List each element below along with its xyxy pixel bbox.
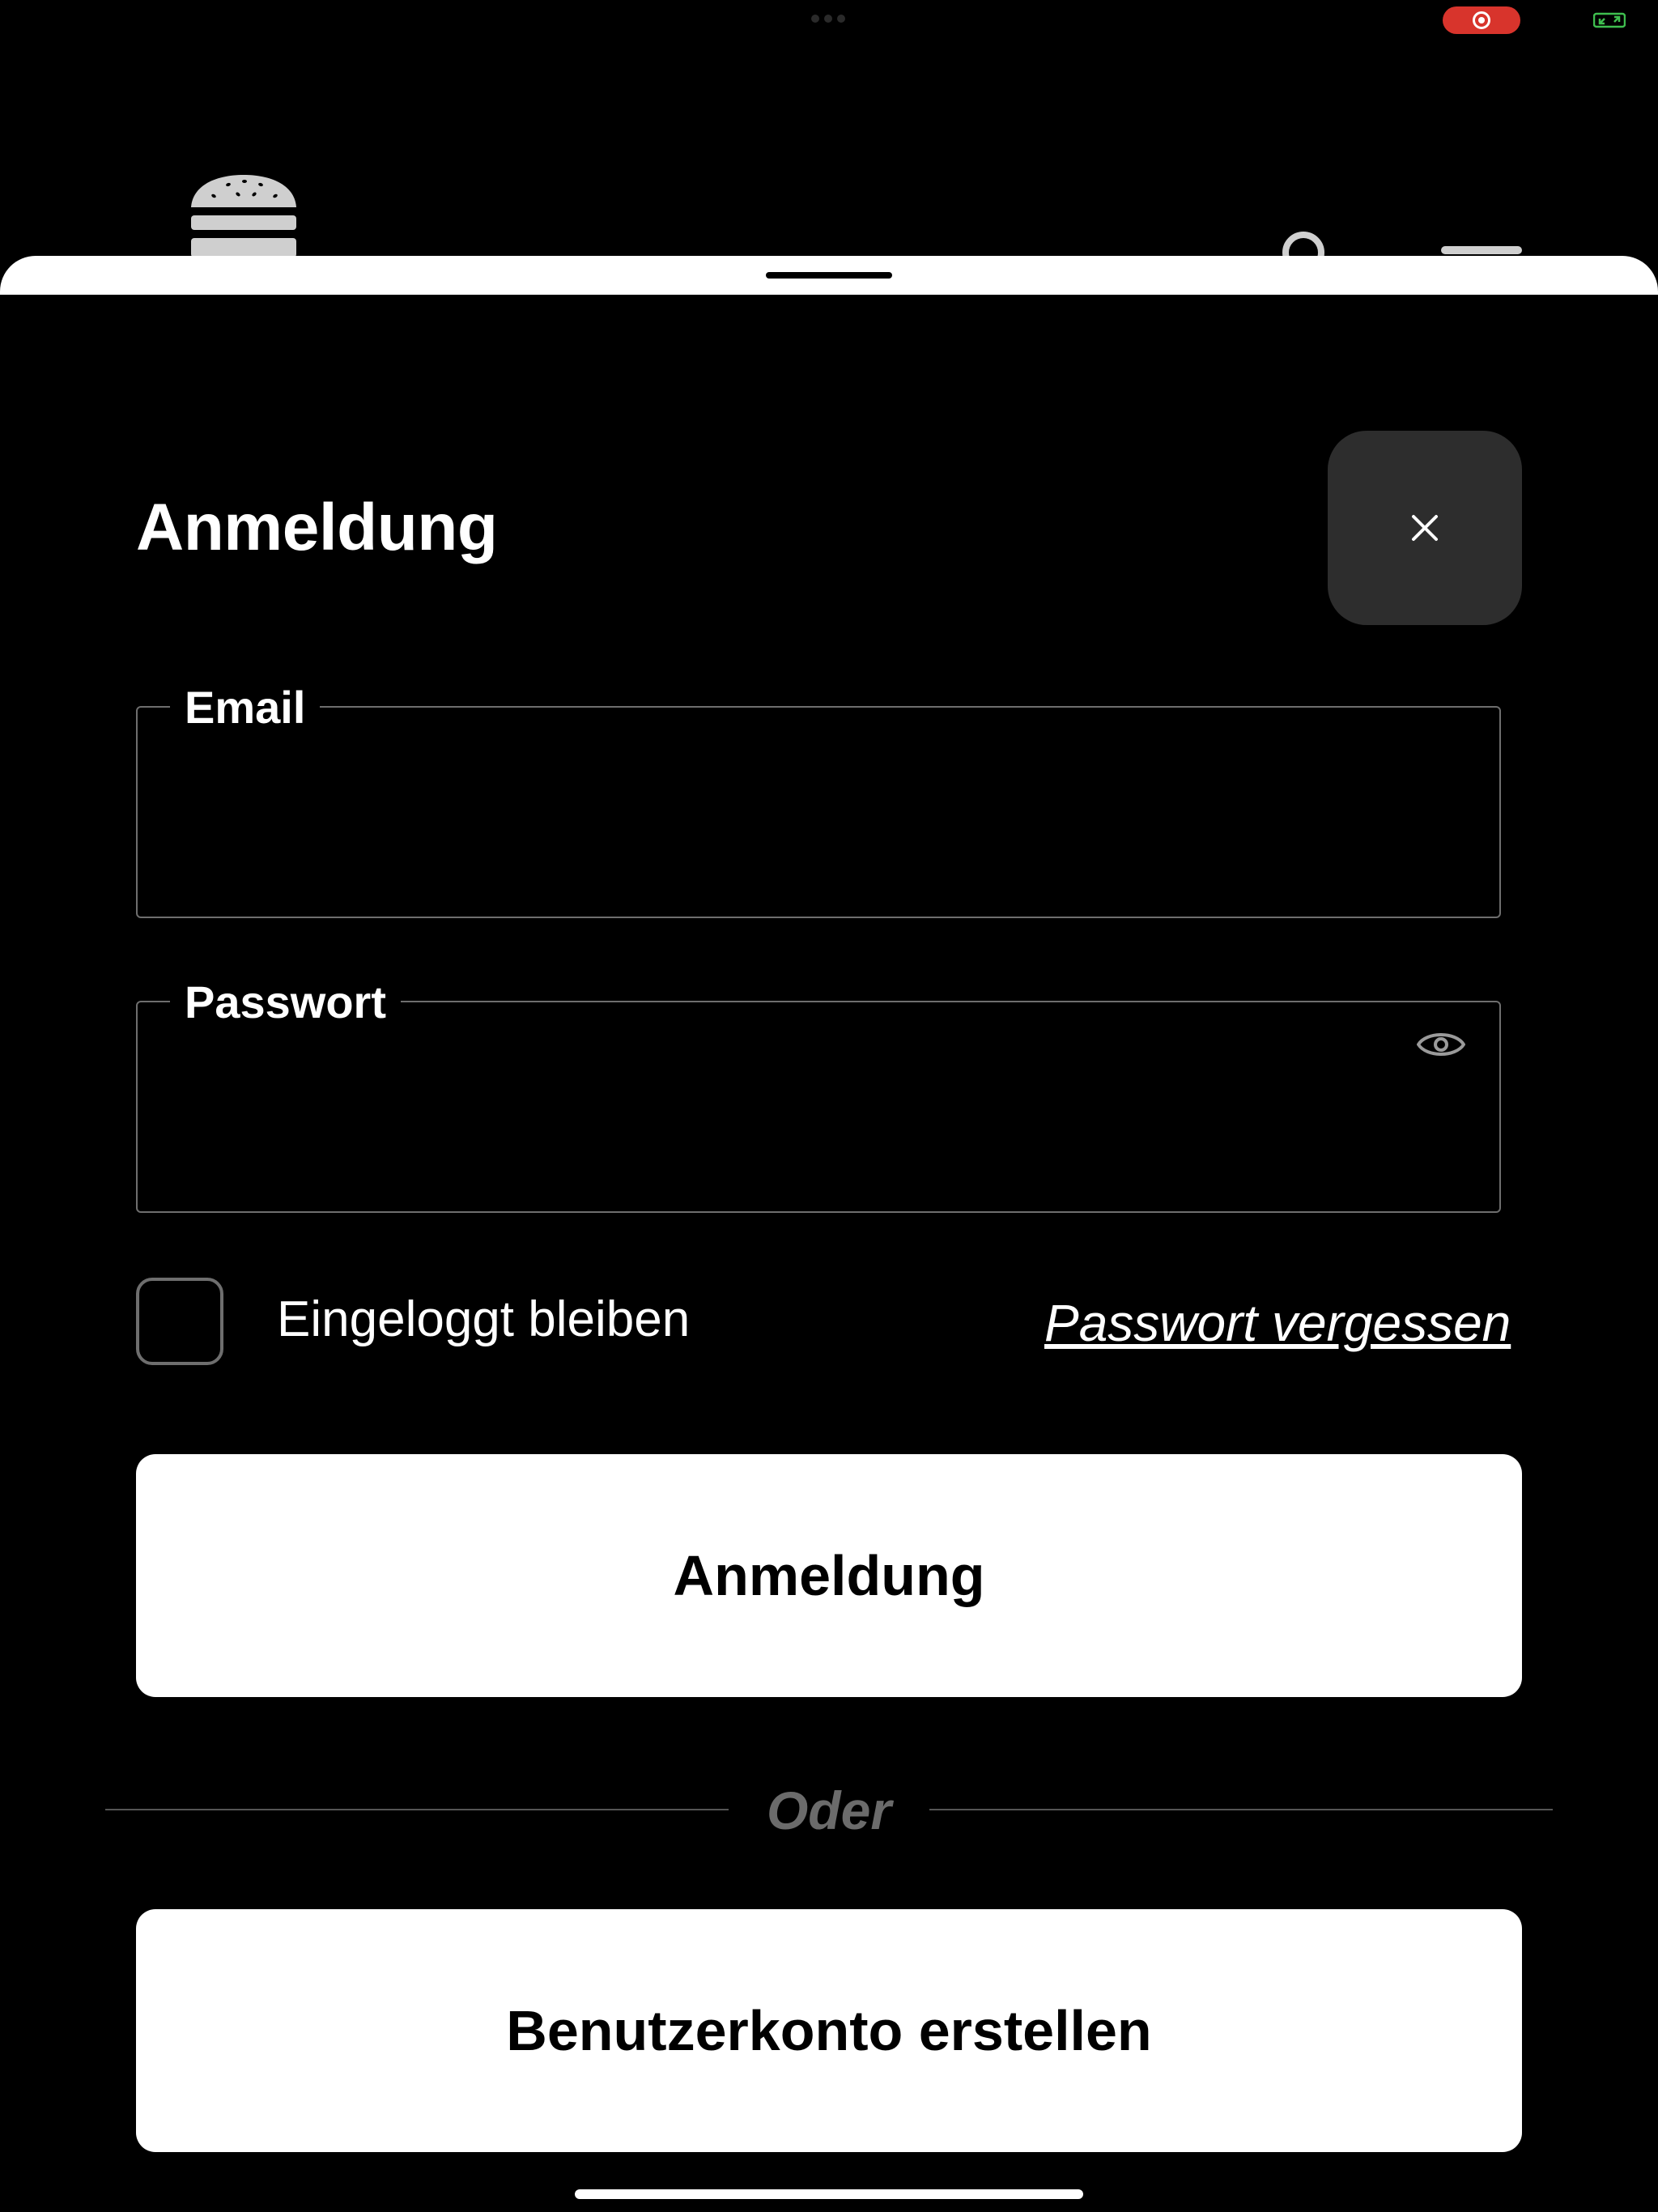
- divider-line-left: [105, 1809, 729, 1810]
- close-button[interactable]: [1328, 431, 1522, 625]
- create-account-button[interactable]: Benutzerkonto erstellen: [136, 1909, 1522, 2152]
- eye-icon[interactable]: [1415, 1027, 1467, 1062]
- dot: [811, 15, 819, 23]
- password-field[interactable]: Passwort: [136, 975, 1501, 1213]
- create-account-button-label: Benutzerkonto erstellen: [506, 1999, 1152, 2062]
- home-indicator[interactable]: [575, 2189, 1083, 2199]
- password-label: Passwort: [170, 975, 401, 1030]
- menu-icon[interactable]: [1441, 246, 1522, 254]
- login-button-label: Anmeldung: [673, 1544, 985, 1607]
- screen-share-icon: [1593, 12, 1626, 28]
- divider-text: Oder: [766, 1780, 892, 1840]
- record-icon: [1473, 11, 1490, 29]
- password-input[interactable]: [185, 1091, 1386, 1166]
- screen-recording-indicator[interactable]: [1443, 6, 1520, 34]
- email-input[interactable]: [185, 797, 1386, 871]
- search-icon[interactable]: [1281, 228, 1326, 257]
- sheet-grabber-handle[interactable]: [766, 272, 892, 279]
- multitask-dots-icon[interactable]: [811, 15, 847, 23]
- login-button[interactable]: Anmeldung: [136, 1454, 1522, 1697]
- burger-logo-icon: [191, 175, 296, 257]
- email-label: Email: [170, 680, 321, 735]
- forgot-password-link[interactable]: Passwort vergessen: [1044, 1292, 1511, 1354]
- email-field[interactable]: Email: [136, 680, 1501, 918]
- remember-me-label: Eingeloggt bleiben: [277, 1291, 691, 1347]
- remember-me-checkbox[interactable]: [136, 1278, 223, 1365]
- page-title: Anmeldung: [136, 491, 498, 564]
- dot: [824, 15, 832, 23]
- dot: [837, 15, 845, 23]
- close-icon: [1412, 515, 1438, 541]
- divider-line-right: [929, 1809, 1553, 1810]
